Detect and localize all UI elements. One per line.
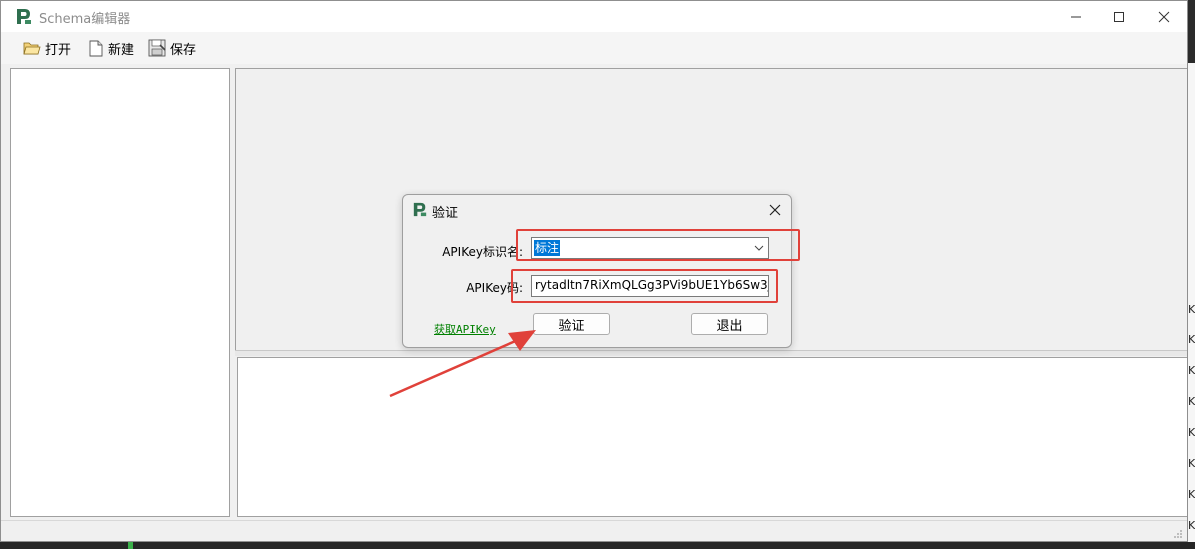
- new-label: 新建: [108, 42, 135, 58]
- folder-open-icon: [23, 42, 41, 55]
- apikey-name-label: APIKey标识名:: [442, 245, 523, 259]
- dialog-title: 验证: [432, 206, 459, 221]
- open-label: 打开: [45, 42, 72, 58]
- maximize-button[interactable]: [1096, 1, 1142, 32]
- background-letter: K: [1188, 488, 1195, 501]
- background-bottom-strip: [0, 542, 1195, 549]
- close-window-button[interactable]: [1141, 1, 1187, 32]
- status-bar: [1, 520, 1187, 541]
- background-letter: K: [1188, 333, 1195, 346]
- minimize-button[interactable]: [1053, 1, 1099, 32]
- pane-splitter[interactable]: [235, 350, 1187, 356]
- close-icon: [769, 204, 781, 216]
- app-logo-icon: [15, 8, 33, 25]
- background-strip-dark: [1188, 0, 1195, 63]
- save-icon: [148, 39, 166, 57]
- close-icon: [1158, 11, 1170, 22]
- background-letter: K: [1188, 457, 1195, 470]
- highlight-box-apikey-code: [511, 269, 778, 303]
- save-button[interactable]: 保存: [148, 37, 196, 59]
- apikey-code-label: APIKey码:: [466, 281, 523, 295]
- background-letter: K: [1188, 395, 1195, 408]
- background-letter: K: [1188, 519, 1195, 532]
- annotation-arrow: [389, 330, 536, 398]
- toolbar: 打开 新建 保存: [1, 32, 1187, 64]
- dialog-logo-icon: [412, 202, 428, 217]
- background-letter: K: [1188, 426, 1195, 439]
- schema-tree-pane[interactable]: [10, 68, 230, 517]
- maximize-icon: [1114, 11, 1124, 22]
- resize-grip-icon[interactable]: [1173, 529, 1183, 539]
- title-bar[interactable]: Schema编辑器: [1, 1, 1187, 32]
- minimize-icon: [1071, 16, 1081, 17]
- background-green-mark: [128, 542, 133, 549]
- exit-button[interactable]: 退出: [691, 313, 768, 335]
- highlight-box-apikey-name: [516, 229, 800, 261]
- new-button[interactable]: 新建: [88, 37, 134, 59]
- new-file-icon: [89, 40, 103, 56]
- save-label: 保存: [170, 42, 197, 58]
- dialog-close-button[interactable]: [765, 201, 785, 219]
- background-letter: K: [1188, 364, 1195, 377]
- window-title: Schema编辑器: [39, 12, 131, 27]
- background-letter: K: [1188, 303, 1195, 316]
- open-button[interactable]: 打开: [23, 37, 71, 59]
